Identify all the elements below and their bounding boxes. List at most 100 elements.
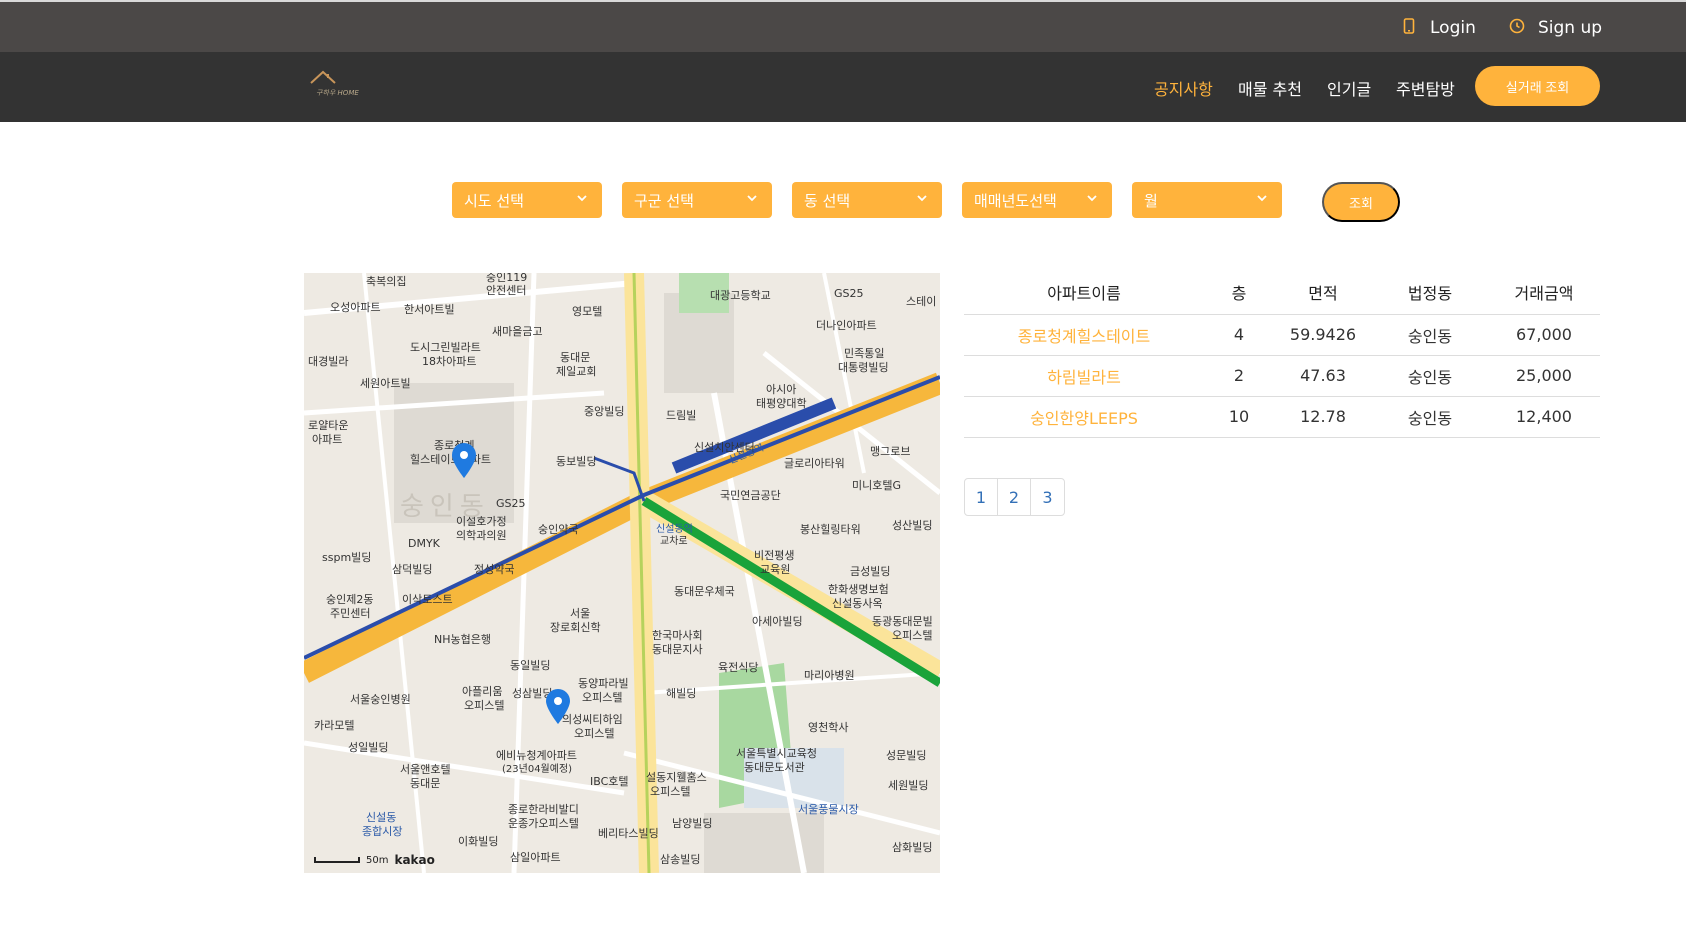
site-logo[interactable]: 구하우 HOME: [306, 66, 366, 102]
map-label: 서울앤호텔: [400, 763, 451, 776]
table-row[interactable]: 하림빌라트 2 47.63 숭인동 25,000: [964, 355, 1600, 397]
map-label: 오피스텔: [574, 727, 615, 740]
map-label: 장로회신학: [550, 621, 601, 634]
map-label: 도시그린빌라트: [410, 341, 481, 354]
login-link[interactable]: Login: [1400, 16, 1476, 40]
apt-name[interactable]: 숭인한양LEEPS: [964, 396, 1204, 438]
map-label: 동보빌딩: [556, 455, 597, 468]
map-label: 숭인119: [486, 273, 528, 284]
map-label: 중앙빌딩: [584, 405, 625, 418]
map-label: 베리타스빌딩: [598, 827, 659, 840]
map-label: 봉산힐링타워: [800, 523, 861, 536]
apt-name[interactable]: 하림빌라트: [964, 355, 1204, 397]
dong: 숭인동: [1372, 355, 1488, 397]
search-button[interactable]: 조회: [1322, 182, 1400, 222]
map-brand: kakao: [394, 853, 435, 867]
table-row[interactable]: 숭인한양LEEPS 10 12.78 숭인동 12,400: [964, 396, 1600, 438]
page-link-2[interactable]: 2: [998, 479, 1031, 515]
map-label: sspm빌딩: [322, 551, 372, 564]
map-label: 로얄타운: [308, 419, 349, 432]
nav-popular[interactable]: 인기글: [1327, 76, 1371, 100]
map-label: 서울: [570, 607, 591, 620]
col-price: 거래금액: [1488, 270, 1600, 315]
map-label: 종로한라비발디: [508, 803, 579, 816]
map-label: 이삭토스트: [402, 593, 453, 606]
signup-label: Sign up: [1538, 18, 1603, 38]
kakao-map[interactable]: 축복의집 숭인119 안전센터 대광고등학교 GS25 오성아파트 한서아트빌 …: [304, 273, 940, 873]
pagination: 1 2 3: [964, 478, 1065, 516]
map-label: 오피스텔: [582, 691, 623, 704]
map-label: 아시아: [766, 383, 797, 396]
map-label: 세원아트빌: [360, 377, 411, 390]
map-label: 서울풍물시장: [798, 803, 859, 816]
map-label: 동광동대문빌: [872, 615, 933, 628]
chevron-down-icon: [577, 195, 587, 202]
map-label: 글로리아타워: [784, 457, 845, 470]
floor: 2: [1204, 355, 1274, 397]
map-label: 영모텔: [572, 305, 603, 318]
month-select-value: 월: [1144, 191, 1158, 210]
map-marker-icon[interactable]: [450, 443, 478, 479]
year-select-value: 매매년도선택: [974, 191, 1057, 210]
area: 47.63: [1274, 355, 1372, 397]
map-label: 태평양대학: [756, 397, 807, 410]
month-select[interactable]: 월: [1132, 182, 1282, 218]
col-dong: 법정동: [1372, 270, 1488, 315]
logo-text: 구하우 HOME: [316, 89, 359, 97]
gugun-select[interactable]: 구군 선택: [622, 182, 772, 218]
map-label: 동대문도서관: [744, 761, 805, 774]
top-bar: Login Sign up: [0, 0, 1686, 52]
col-apt-name: 아파트이름: [964, 270, 1204, 315]
map-marker-icon[interactable]: [544, 689, 572, 725]
apt-name[interactable]: 종로청계힐스테이트: [964, 314, 1204, 356]
map-label: IBC호텔: [590, 775, 629, 788]
map-label: 아파트: [312, 433, 343, 446]
map-label: 남양빌딩: [672, 817, 713, 830]
floor: 10: [1204, 396, 1274, 438]
page-link-1[interactable]: 1: [965, 479, 998, 515]
nav-nearby[interactable]: 주변탐방: [1396, 76, 1455, 100]
map-label: 18차아파트: [422, 355, 477, 368]
map-label: 대통령빌딩: [838, 361, 889, 374]
map-label: 영천학사: [808, 721, 849, 734]
price: 12,400: [1488, 396, 1600, 438]
area: 12.78: [1274, 396, 1372, 438]
map-label: 동대문우체국: [674, 585, 735, 598]
map-label: 미니호텔G: [852, 479, 902, 492]
map-label: 카라모텔: [314, 719, 355, 732]
map-label: 오피스텔: [650, 785, 691, 798]
map-label: 성산빌딩: [892, 519, 933, 532]
map-label: 해빌딩: [666, 687, 697, 700]
price: 67,000: [1488, 314, 1600, 356]
map-label: 성문빌딩: [886, 749, 927, 762]
floor: 4: [1204, 314, 1274, 356]
map-label: 신설동: [366, 811, 397, 824]
deal-lookup-button[interactable]: 실거래 조회: [1475, 66, 1600, 106]
map-label: DMYK: [408, 537, 440, 550]
map-label: 아플리움: [462, 685, 503, 698]
map-label: 삼일아파트: [510, 851, 561, 864]
map-label: 삼화빌딩: [892, 841, 933, 854]
map-label: 제일교회: [556, 365, 597, 378]
map-label: 숭인약국: [538, 523, 579, 536]
main-navbar: 구하우 HOME 공지사항 매물 추천 인기글 주변탐방 실거래 조회: [0, 52, 1686, 122]
map-label: 삼덕빌딩: [392, 563, 433, 576]
map-label: 의학과의원: [456, 529, 507, 542]
table-row[interactable]: 종로청계힐스테이트 4 59.9426 숭인동 67,000: [964, 314, 1600, 356]
map-label: 숭인동: [400, 492, 490, 522]
map-label: 드림빌: [666, 409, 697, 422]
map-label: 비전평생: [754, 549, 795, 562]
sido-select-value: 시도 선택: [464, 191, 524, 210]
map-label: 맹그로브: [870, 445, 911, 458]
nav-recommend[interactable]: 매물 추천: [1238, 76, 1302, 100]
page-link-3[interactable]: 3: [1031, 479, 1064, 515]
signup-link[interactable]: Sign up: [1508, 16, 1602, 40]
results-table: 아파트이름 층 면적 법정동 거래금액 종로청계힐스테이트 4 59.9426 …: [964, 270, 1600, 438]
map-label: 삼송빌딩: [660, 853, 701, 866]
map-label: 교차로: [660, 536, 688, 547]
map-label: 오성아파트: [330, 301, 381, 314]
nav-notice[interactable]: 공지사항: [1154, 76, 1213, 100]
dong-select[interactable]: 동 선택: [792, 182, 942, 218]
sido-select[interactable]: 시도 선택: [452, 182, 602, 218]
year-select[interactable]: 매매년도선택: [962, 182, 1112, 218]
